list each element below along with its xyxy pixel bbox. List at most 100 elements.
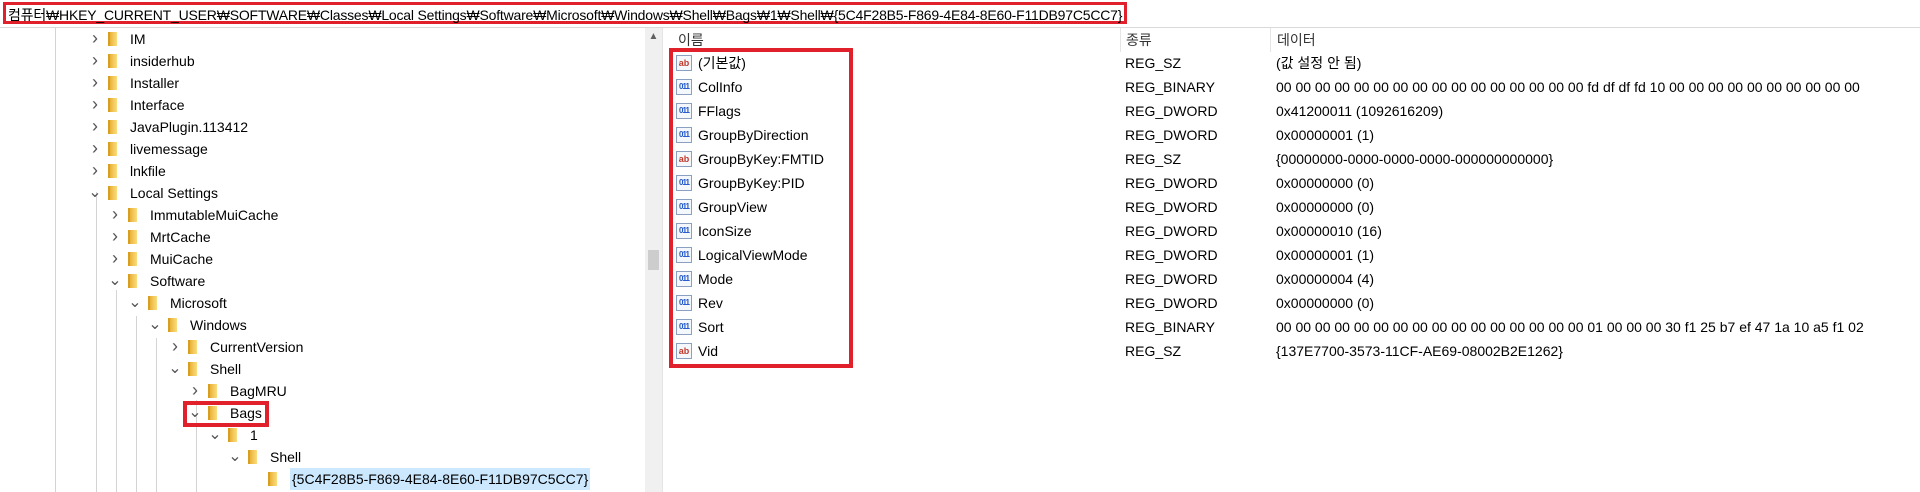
- column-separator[interactable]: [1120, 28, 1121, 52]
- tree-node[interactable]: Installer: [0, 72, 645, 94]
- chevron-right-icon[interactable]: [88, 160, 102, 182]
- chevron-down-icon[interactable]: [108, 270, 122, 292]
- tree-node-label[interactable]: BagMRU: [230, 380, 287, 402]
- folder-icon: [208, 384, 217, 398]
- tree-node[interactable]: {5C4F28B5-F869-4E84-8E60-F11DB97C5CC7}: [0, 468, 645, 490]
- value-row[interactable]: 011 FFlags REG_DWORD 0x41200011 (1092616209…: [670, 99, 1920, 123]
- value-names-highlight-box: [669, 48, 853, 368]
- tree-node[interactable]: Shell: [0, 446, 645, 468]
- tree-node[interactable]: CurrentVersion: [0, 336, 645, 358]
- tree-node-label[interactable]: {5C4F28B5-F869-4E84-8E60-F11DB97C5CC7}: [290, 468, 591, 490]
- value-row[interactable]: ab Vid REG_SZ {137E7700-3573-11CF-AE69-0800…: [670, 339, 1920, 363]
- tree-node-label[interactable]: Shell: [270, 446, 301, 468]
- tree-node[interactable]: Microsoft: [0, 292, 645, 314]
- chevron-right-icon[interactable]: [108, 248, 122, 270]
- tree-node-label[interactable]: CurrentVersion: [210, 336, 303, 358]
- value-type: REG_DWORD: [1125, 175, 1218, 191]
- chevron-right-icon[interactable]: [88, 94, 102, 116]
- registry-tree[interactable]: IMinsiderhubInstallerInterfaceJavaPlugin…: [0, 28, 645, 492]
- folder-icon: [128, 274, 137, 288]
- value-data: 0x00000001 (1): [1276, 127, 1375, 143]
- tree-node-label[interactable]: Software: [150, 270, 205, 292]
- tree-node[interactable]: BagMRU: [0, 380, 645, 402]
- tree-node[interactable]: IM: [0, 28, 645, 50]
- scroll-up-arrow-icon[interactable]: ▲: [645, 28, 662, 45]
- tree-node[interactable]: insiderhub: [0, 50, 645, 72]
- tree-node-label[interactable]: ImmutableMuiCache: [150, 204, 278, 226]
- tree-node[interactable]: Windows: [0, 314, 645, 336]
- tree-node[interactable]: Software: [0, 270, 645, 292]
- column-header-data[interactable]: 데이터: [1277, 30, 1316, 50]
- tree-node[interactable]: Local Settings: [0, 182, 645, 204]
- tree-node-label[interactable]: MrtCache: [150, 226, 211, 248]
- folder-icon: [128, 252, 137, 266]
- value-row[interactable]: 011 GroupByDirection REG_DWORD 0x00000001 (…: [670, 123, 1920, 147]
- chevron-down-icon[interactable]: [228, 446, 242, 468]
- tree-node-label[interactable]: IM: [130, 28, 146, 50]
- folder-icon: [168, 318, 177, 332]
- value-type: REG_SZ: [1125, 55, 1182, 71]
- value-type: REG_DWORD: [1125, 247, 1218, 263]
- chevron-right-icon[interactable]: [168, 336, 182, 358]
- tree-node[interactable]: MuiCache: [0, 248, 645, 270]
- value-row[interactable]: 011 GroupView REG_DWORD 0x00000000 (0): [670, 195, 1920, 219]
- tree-scrollbar[interactable]: ▲: [645, 28, 662, 492]
- tree-node[interactable]: 1: [0, 424, 645, 446]
- chevron-down-icon[interactable]: [128, 292, 142, 314]
- tree-node[interactable]: Shell: [0, 358, 645, 380]
- tree-node-label[interactable]: Local Settings: [130, 182, 218, 204]
- value-row[interactable]: ab (기본값) REG_SZ (값 설정 안 됨): [670, 51, 1920, 75]
- chevron-right-icon[interactable]: [108, 226, 122, 248]
- tree-node[interactable]: Bags: [0, 402, 645, 424]
- tree-node-label[interactable]: livemessage: [130, 138, 208, 160]
- tree-node-label[interactable]: lnkfile: [130, 160, 166, 182]
- values-list[interactable]: 이름 종류 데이터 ab (기본값) REG_SZ (값 설정 안 됨) 011 ColI…: [670, 28, 1920, 492]
- value-data: {00000000-0000-0000-0000-000000000000}: [1276, 151, 1554, 167]
- chevron-right-icon[interactable]: [88, 138, 102, 160]
- chevron-right-icon[interactable]: [88, 72, 102, 94]
- scrollbar-thumb[interactable]: [648, 250, 659, 270]
- folder-icon: [108, 54, 117, 68]
- tree-node-label[interactable]: Shell: [210, 358, 241, 380]
- tree-node-label[interactable]: Microsoft: [170, 292, 227, 314]
- tree-node-label[interactable]: MuiCache: [150, 248, 213, 270]
- value-row[interactable]: 011 GroupByKey:PID REG_DWORD 0x00000000 (0): [670, 171, 1920, 195]
- value-row[interactable]: ab GroupByKey:FMTID REG_SZ {00000000-0000-0…: [670, 147, 1920, 171]
- chevron-down-icon[interactable]: [148, 314, 162, 336]
- address-path[interactable]: 컴퓨터₩HKEY_CURRENT_USER₩SOFTWARE₩Classes₩L…: [3, 2, 1128, 24]
- tree-node-label[interactable]: Windows: [190, 314, 247, 336]
- tree-node-label[interactable]: 1: [250, 424, 258, 446]
- tree-node[interactable]: livemessage: [0, 138, 645, 160]
- tree-node-label[interactable]: Interface: [130, 94, 184, 116]
- value-row[interactable]: 011 IconSize REG_DWORD 0x00000010 (16): [670, 219, 1920, 243]
- value-row[interactable]: 011 Sort REG_BINARY 00 00 00 00 00 00 00 00…: [670, 315, 1920, 339]
- column-separator[interactable]: [1270, 28, 1271, 52]
- tree-node-label[interactable]: insiderhub: [130, 50, 195, 72]
- chevron-right-icon[interactable]: [188, 380, 202, 402]
- value-row[interactable]: 011 LogicalViewMode REG_DWORD 0x00000001 (1…: [670, 243, 1920, 267]
- chevron-down-icon[interactable]: [168, 358, 182, 380]
- bags-highlight-box: [183, 401, 269, 427]
- tree-node[interactable]: lnkfile: [0, 160, 645, 182]
- chevron-right-icon[interactable]: [108, 204, 122, 226]
- address-bar[interactable]: 컴퓨터₩HKEY_CURRENT_USER₩SOFTWARE₩Classes₩L…: [0, 0, 1920, 28]
- chevron-down-icon[interactable]: [208, 424, 222, 446]
- tree-node-label[interactable]: Installer: [130, 72, 179, 94]
- value-type: REG_SZ: [1125, 151, 1182, 167]
- tree-node[interactable]: Interface: [0, 94, 645, 116]
- chevron-right-icon[interactable]: [88, 28, 102, 50]
- value-row[interactable]: 011 Rev REG_DWORD 0x00000000 (0): [670, 291, 1920, 315]
- tree-node-label[interactable]: JavaPlugin.113412: [130, 116, 248, 138]
- value-row[interactable]: 011 ColInfo REG_BINARY 00 00 00 00 00 00 00…: [670, 75, 1920, 99]
- tree-node[interactable]: ImmutableMuiCache: [0, 204, 645, 226]
- folder-icon: [128, 208, 137, 222]
- column-header-type[interactable]: 종류: [1126, 30, 1152, 50]
- chevron-right-icon[interactable]: [88, 50, 102, 72]
- value-row[interactable]: 011 Mode REG_DWORD 0x00000004 (4): [670, 267, 1920, 291]
- chevron-down-icon[interactable]: [88, 182, 102, 204]
- tree-node[interactable]: MrtCache: [0, 226, 645, 248]
- column-header-name[interactable]: 이름: [678, 30, 704, 50]
- tree-node[interactable]: JavaPlugin.113412: [0, 116, 645, 138]
- folder-icon: [128, 230, 137, 244]
- chevron-right-icon[interactable]: [88, 116, 102, 138]
